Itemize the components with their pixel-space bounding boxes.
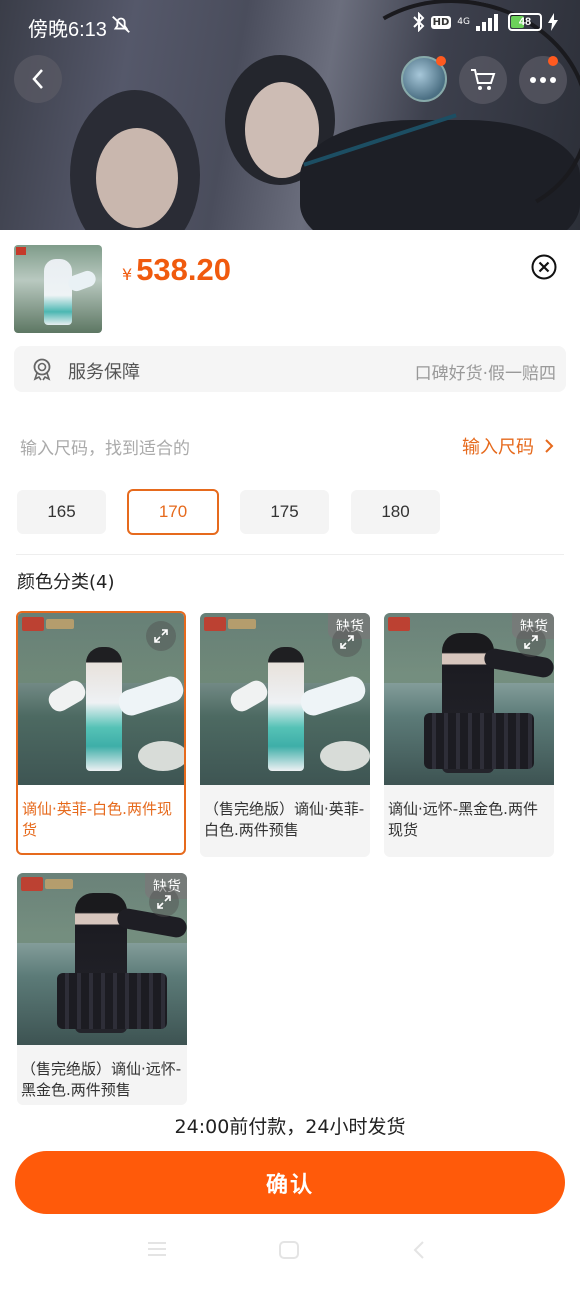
expand-image-button[interactable] [516, 627, 546, 657]
network-label: 4G [457, 16, 470, 27]
service-guarantee-row[interactable]: 服务保障 口碑好货·假一赔四 [14, 346, 566, 392]
expand-image-button[interactable] [149, 887, 179, 917]
product-thumbnail[interactable] [14, 245, 102, 333]
color-option-name: 谪仙·英菲-白色.两件现货 [22, 800, 172, 839]
expand-icon [524, 635, 538, 649]
back-nav-icon[interactable] [412, 1240, 426, 1260]
mute-bell-icon [112, 16, 130, 33]
hd-badge: HD [430, 15, 452, 29]
color-option-card[interactable]: 缺货 谪仙·远怀-黑金色.两件现货 [384, 613, 554, 857]
battery-icon: 48 [508, 13, 542, 31]
service-description: 口碑好货·假一赔四 [414, 364, 556, 384]
service-label: 服务保障 [68, 362, 140, 383]
product-price: ¥ 538.20 [122, 252, 231, 288]
close-icon[interactable] [531, 254, 557, 280]
signal-icon [476, 14, 498, 31]
back-button[interactable] [14, 55, 62, 103]
chevron-right-icon [545, 439, 554, 453]
color-option-card[interactable]: 谪仙·英菲-白色.两件现货 [16, 611, 186, 855]
size-option-165[interactable]: 165 [17, 490, 106, 534]
color-option-card[interactable]: 缺货 （售完绝版）谪仙·远怀-黑金色.两件预售 [17, 873, 187, 1105]
enter-size-label: 输入尺码 [462, 437, 534, 458]
color-option-name: （售完绝版）谪仙·英菲-白色.两件预售 [204, 800, 365, 839]
more-notification-dot [548, 56, 558, 66]
size-option-180[interactable]: 180 [351, 490, 440, 534]
cart-button[interactable] [459, 56, 507, 104]
expand-icon [154, 629, 168, 643]
more-button[interactable] [519, 56, 567, 104]
notification-dot [436, 56, 446, 66]
enter-size-link[interactable]: 输入尺码 [462, 433, 554, 459]
status-time: 傍晚6:13 [28, 19, 107, 41]
sku-selection-sheet: ¥ 538.20 服务保障 口碑好货·假一赔四 输入尺码，找到适合的 输入尺码 … [0, 230, 580, 1289]
home-icon[interactable] [278, 1240, 300, 1260]
color-option-name: 谪仙·远怀-黑金色.两件现货 [388, 800, 538, 839]
confirm-button[interactable]: 确认 [15, 1151, 565, 1214]
system-nav-bar [0, 1220, 580, 1289]
divider [16, 554, 564, 555]
charging-icon [548, 13, 558, 31]
battery-level: 48 [518, 16, 532, 28]
expand-image-button[interactable] [332, 627, 362, 657]
bluetooth-icon [412, 12, 425, 32]
size-option-170[interactable]: 170 [127, 489, 219, 535]
size-hint: 输入尺码，找到适合的 [20, 439, 190, 459]
status-bar: 傍晚6:13 HD 4G 48 [0, 0, 580, 52]
color-option-name: （售完绝版）谪仙·远怀-黑金色.两件预售 [21, 1060, 182, 1099]
expand-image-button[interactable] [146, 621, 176, 651]
more-dots-icon [530, 77, 556, 83]
award-badge-icon [33, 358, 51, 381]
color-option-card[interactable]: 缺货 （售完绝版）谪仙·英菲-白色.两件预售 [200, 613, 370, 857]
color-category-title: 颜色分类(4) [17, 572, 115, 593]
cart-icon [471, 69, 496, 90]
price-value: 538.20 [136, 252, 232, 287]
size-option-175[interactable]: 175 [240, 490, 329, 534]
chevron-left-icon [32, 69, 43, 89]
currency-symbol: ¥ [122, 265, 133, 284]
menu-icon[interactable] [146, 1240, 168, 1258]
expand-icon [157, 895, 171, 909]
expand-icon [340, 635, 354, 649]
shipping-note: 24:00前付款，24小时发货 [174, 1116, 406, 1138]
